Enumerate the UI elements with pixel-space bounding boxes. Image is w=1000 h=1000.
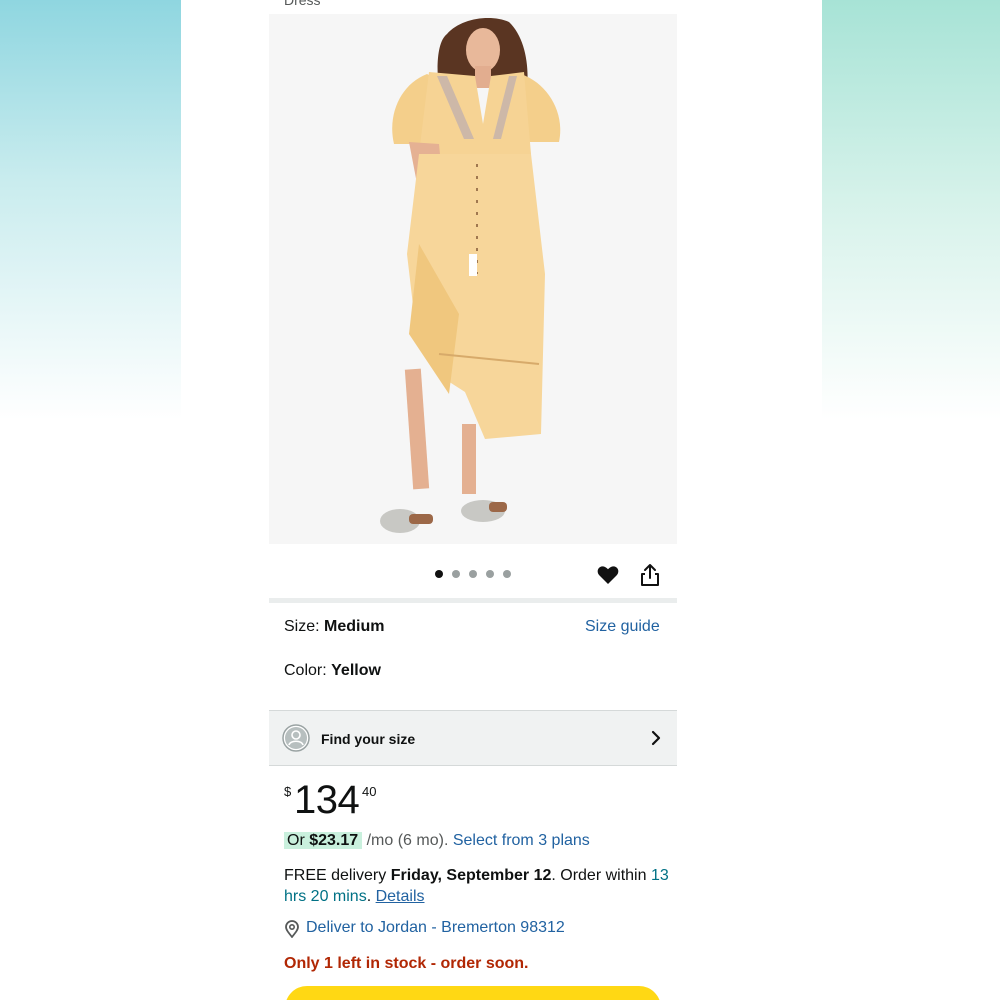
size-selection: Size: Medium [284, 618, 384, 636]
heart-icon[interactable] [596, 563, 620, 587]
color-label: Color: [284, 662, 332, 679]
carousel-dot[interactable] [452, 570, 460, 578]
delivery-details-link[interactable]: Details [376, 888, 425, 905]
background-left [0, 0, 181, 1000]
person-icon [282, 724, 310, 752]
location-pin-icon [284, 920, 300, 939]
chevron-right-icon [649, 730, 663, 746]
add-to-cart-button[interactable] [285, 986, 661, 1000]
dress-illustration [380, 18, 561, 533]
product-title-fragment: Dress [284, 0, 321, 8]
delivery-mid: . Order within [551, 867, 651, 884]
installment-terms: /mo (6 mo). [362, 832, 453, 849]
delivery-date: Friday, September 12 [390, 867, 552, 884]
price-whole: 134 [294, 778, 360, 822]
delivery-separator: . [366, 888, 376, 905]
color-value: Yellow [331, 662, 381, 679]
installment-highlight: Or $23.17 [284, 832, 363, 849]
price-fraction: 40 [362, 784, 377, 799]
product-card: Dress Size: Medium Size guide Color: Yel… [181, 0, 822, 1000]
find-your-size-label: Find your size [321, 731, 416, 747]
background-right [822, 0, 1000, 1000]
deliver-to-text: Deliver to Jordan - Bremerton 98312 [306, 919, 565, 936]
find-your-size-button[interactable]: Find your size [269, 710, 677, 766]
select-plans-link[interactable]: Select from 3 plans [453, 832, 590, 849]
stock-status: Only 1 left in stock - order soon. [284, 955, 529, 972]
delivery-prefix: FREE delivery [284, 867, 391, 884]
carousel-dot[interactable] [469, 570, 477, 578]
product-image[interactable] [269, 14, 677, 544]
price-currency: $ [284, 784, 292, 799]
installment-prefix: Or [287, 832, 310, 849]
installment-amount: $23.17 [309, 832, 359, 849]
size-value: Medium [324, 618, 385, 635]
carousel-dot[interactable] [435, 570, 443, 578]
carousel-dot[interactable] [486, 570, 494, 578]
size-guide-link[interactable]: Size guide [585, 618, 660, 636]
color-selection: Color: Yellow [284, 662, 381, 680]
size-label: Size: [284, 618, 325, 635]
share-icon[interactable] [639, 563, 661, 587]
installment-offer: Or $23.17 /mo (6 mo). Select from 3 plan… [284, 832, 590, 850]
carousel-dot[interactable] [503, 570, 511, 578]
section-divider [269, 598, 677, 603]
image-carousel-dots[interactable] [435, 570, 511, 578]
delivery-info: FREE delivery Friday, September 12. Orde… [284, 865, 674, 907]
